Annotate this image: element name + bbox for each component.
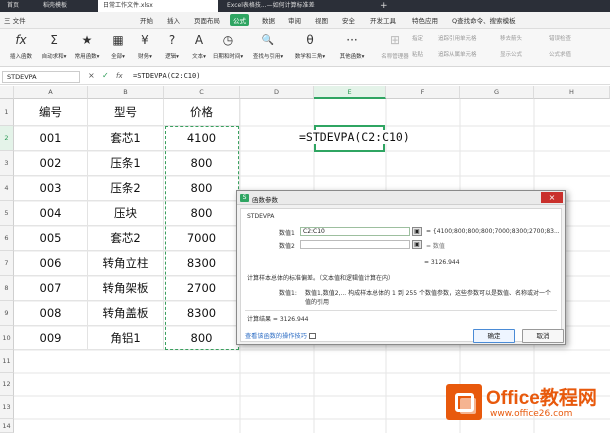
menu-formulas[interactable]: 公式: [230, 14, 249, 26]
row-header[interactable]: 1: [0, 99, 14, 126]
cancel-icon[interactable]: ×: [88, 71, 95, 80]
menu-developer[interactable]: 开发工具: [370, 15, 396, 25]
select-all-corner[interactable]: [0, 86, 14, 99]
define-name-item[interactable]: 指定: [412, 34, 423, 42]
row-header[interactable]: 8: [0, 276, 14, 301]
name-box[interactable]: STDEVPA: [2, 71, 80, 83]
column-header[interactable]: B: [88, 86, 164, 99]
arg2-result: = 数值: [426, 243, 445, 250]
tab-workbook[interactable]: 日常工作文件.xlsx: [98, 0, 218, 12]
office-logo-icon: [446, 384, 482, 420]
menu-insert[interactable]: 插入: [167, 15, 180, 25]
magnifier-icon: 🔍: [261, 35, 275, 46]
paste-name-item[interactable]: 粘贴: [412, 50, 423, 58]
row-header[interactable]: 6: [0, 226, 14, 251]
arg2-input[interactable]: [300, 240, 410, 249]
collapse-ref-icon[interactable]: ▣: [412, 240, 422, 249]
formula-input[interactable]: =STDEVPA(C2:C10): [133, 72, 200, 80]
arg1-input[interactable]: C2:C10: [300, 227, 410, 236]
arg1-result: = {4100;800;800;800;7000;8300;2700;83...: [426, 228, 560, 235]
lookup-reference-button[interactable]: 🔍 查找与引用▾: [247, 32, 289, 60]
evaluate-formula-item[interactable]: 公式求值: [549, 50, 571, 58]
name-manager-button[interactable]: ⊞ 名称管理器: [374, 32, 416, 60]
divider: [245, 310, 557, 311]
row-header[interactable]: 11: [0, 350, 14, 373]
remove-arrows-item[interactable]: 移去箭头: [500, 34, 522, 42]
selection-marquee: [165, 126, 239, 350]
row-header[interactable]: 13: [0, 396, 14, 419]
clock-icon: ◷: [222, 33, 234, 47]
menu-special-apps[interactable]: 特色应用: [412, 15, 438, 25]
total-result: = 3126.944: [424, 259, 460, 266]
arg-description-label: 数值1:: [279, 290, 297, 297]
more-icon: ···: [346, 33, 358, 47]
row-header[interactable]: 10: [0, 326, 14, 350]
info-icon: [308, 333, 316, 339]
fx-icon[interactable]: fx: [116, 72, 123, 80]
menu-view[interactable]: 视图: [315, 15, 328, 25]
new-tab-button[interactable]: +: [375, 0, 387, 12]
row-header[interactable]: 9: [0, 301, 14, 326]
column-header[interactable]: E: [314, 86, 386, 99]
math-trig-button[interactable]: θ 数学和三角▾: [289, 32, 331, 60]
show-formulas-item[interactable]: 显示公式: [500, 50, 522, 58]
menu-data[interactable]: 数据: [262, 15, 275, 25]
formula-bar: STDEVPA × ✓ fx =STDEVPA(C2:C10): [0, 69, 610, 85]
arg2-label: 数值2: [279, 243, 295, 250]
menu-bar: 三 文件 开始 插入 页面布局 公式 数据 审阅 视图 安全 开发工具 特色应用…: [0, 12, 610, 29]
function-arguments-dialog: S 函数参数 × STDEVPA 数值1 C2:C10 ▣ = {4100;80…: [236, 190, 566, 345]
enter-icon[interactable]: ✓: [102, 71, 109, 80]
menu-page-layout[interactable]: 页面布局: [194, 15, 220, 25]
tag-icon: ⊞: [389, 33, 401, 47]
office26-watermark-logo: Office教程网 www.office26.com: [446, 382, 606, 426]
command-search[interactable]: Q查找命令、搜索模板: [452, 15, 516, 25]
menu-review[interactable]: 审阅: [288, 15, 301, 25]
function-name: STDEVPA: [247, 213, 275, 220]
arg-description-cont: 值的引用: [305, 299, 330, 306]
tab-docer-templates[interactable]: 稻壳模板: [38, 0, 96, 12]
trace-dependents-item[interactable]: 追踪从属单元格: [438, 50, 477, 58]
dialog-title: 函数参数: [252, 196, 278, 204]
collapse-ref-icon[interactable]: ▣: [412, 227, 422, 236]
active-cell-formula[interactable]: =STDEVPA(C2:C10): [297, 130, 412, 144]
menu-security[interactable]: 安全: [342, 15, 355, 25]
wps-sheet-icon: S: [240, 194, 249, 202]
tab-home[interactable]: 首页: [2, 0, 36, 12]
help-link[interactable]: 查看该函数的操作技巧: [245, 331, 316, 340]
menu-file[interactable]: 三 文件: [4, 15, 26, 25]
tab-excel-tutorial[interactable]: Excel表格技...—如何计算标准差: [222, 0, 362, 12]
column-header[interactable]: C: [164, 86, 240, 99]
row-header[interactable]: 7: [0, 251, 14, 276]
function-description: 计算样本总体的标准偏差。（文本值和逻辑值计算在内）: [247, 275, 395, 282]
window-tab-bar: 首页 稻壳模板 日常工作文件.xlsx Excel表格技...—如何计算标准差 …: [0, 0, 610, 12]
calc-result: 计算结果 = 3126.944: [247, 316, 309, 323]
ok-button[interactable]: 确定: [473, 329, 515, 343]
column-header[interactable]: H: [534, 86, 610, 99]
row-header[interactable]: 2: [0, 126, 14, 151]
column-header[interactable]: F: [386, 86, 460, 99]
column-header[interactable]: D: [240, 86, 314, 99]
row-header[interactable]: 14: [0, 419, 14, 433]
more-functions-button[interactable]: ··· 其他函数▾: [331, 32, 373, 60]
column-header[interactable]: A: [14, 86, 88, 99]
error-checking-item[interactable]: 错误检查: [549, 34, 571, 42]
theta-icon: θ: [306, 33, 314, 47]
column-header[interactable]: G: [460, 86, 534, 99]
cancel-button[interactable]: 取消: [522, 329, 564, 343]
arg1-label: 数值1: [279, 230, 295, 237]
formulas-ribbon: fx 插入函数 Σ 自动求和▾ ★ 常用函数▾ ▦ 全部▾ ¥ 财务▾ ? 逻辑▾ A 文本▾…: [0, 29, 610, 67]
date-time-button[interactable]: ◷ 日期和时间▾: [207, 32, 249, 60]
row-header[interactable]: 12: [0, 373, 14, 396]
arg-description: 数值1,数值2,... 构成样本总体的 1 到 255 个数值参数，这些参数可以…: [305, 290, 551, 297]
trace-precedents-item[interactable]: 追踪引用单元格: [438, 34, 477, 42]
close-icon[interactable]: ×: [541, 192, 563, 203]
dialog-titlebar[interactable]: S 函数参数 ×: [237, 191, 565, 205]
row-header[interactable]: 5: [0, 201, 14, 226]
dialog-body: STDEVPA 数值1 C2:C10 ▣ = {4100;800;800;800…: [240, 208, 562, 342]
row-header[interactable]: 3: [0, 151, 14, 176]
menu-home[interactable]: 开始: [140, 15, 153, 25]
row-header[interactable]: 4: [0, 176, 14, 201]
